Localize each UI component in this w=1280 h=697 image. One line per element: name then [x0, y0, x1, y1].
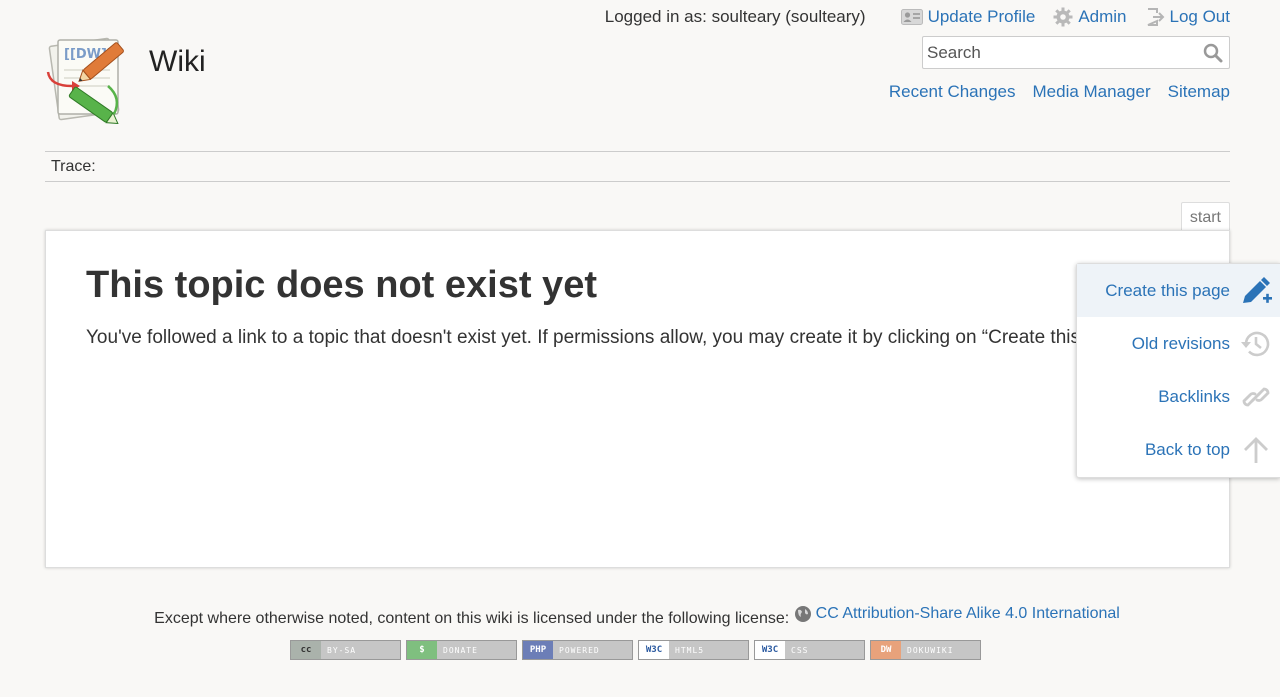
arrow-up-icon [1244, 436, 1268, 463]
page-content: This topic does not exist yet You've fol… [45, 230, 1230, 568]
logout-link[interactable]: Log Out [1145, 7, 1231, 27]
profile-card-icon [900, 9, 923, 25]
back-to-top-label: Back to top [1144, 439, 1230, 459]
admin-link[interactable]: Admin [1053, 7, 1127, 27]
page-message: You've followed a link to a topic that d… [86, 327, 1140, 348]
old-revisions-button[interactable]: Old revisions [1077, 317, 1280, 370]
search-form [922, 36, 1230, 69]
breadcrumb: Trace: [45, 151, 1230, 182]
cc-badge-lead: cc [291, 641, 321, 659]
user-tools: Logged in as: soulteary (soulteary) Upda… [605, 6, 1230, 28]
dokuwiki-logo-icon[interactable]: [[DW]] [42, 28, 138, 125]
back-to-top-button[interactable]: Back to top [1077, 423, 1280, 476]
license-link[interactable]: CC Attribution-Share Alike 4.0 Internati… [794, 605, 1120, 623]
site-title[interactable]: Wiki [149, 45, 206, 79]
update-profile-link[interactable]: Update Profile [900, 7, 1036, 27]
sitemap-link[interactable]: Sitemap [1168, 82, 1230, 102]
logged-in-user: Logged in as: soulteary (soulteary) [604, 7, 866, 26]
css-badge-text: CSS [791, 645, 809, 655]
search-icon [1203, 43, 1223, 62]
donate-badge[interactable]: $ DONATE [406, 640, 517, 660]
create-page-label: Create this page [1105, 280, 1230, 300]
backlinks-label: Backlinks [1158, 386, 1230, 406]
pencil-plus-icon [1243, 276, 1272, 303]
update-profile-label: Update Profile [927, 7, 1036, 26]
dokuwiki-badge[interactable]: DW DOKUWIKI [870, 640, 981, 660]
html5-badge-lead: W3C [639, 641, 669, 659]
html5-badge[interactable]: W3C HTML5 [638, 640, 749, 660]
backlinks-button[interactable]: Backlinks [1077, 370, 1280, 423]
donate-badge-text: DONATE [443, 645, 478, 655]
html5-badge-text: HTML5 [675, 645, 705, 655]
admin-label: Admin [1078, 7, 1127, 26]
css-badge[interactable]: W3C CSS [754, 640, 865, 660]
search-input[interactable] [923, 37, 1197, 68]
logout-icon [1147, 8, 1164, 26]
site-tools: Recent Changes Media Manager Sitemap [872, 82, 1230, 102]
footer-badges: cc BY-SA $ DONATE PHP POWERED W3C HTML5 … [290, 640, 986, 660]
dokuwiki-badge-lead: DW [871, 641, 901, 659]
link-icon [1242, 387, 1270, 406]
license-text: Except where otherwise noted, content on… [154, 610, 790, 627]
dokuwiki-badge-text: DOKUWIKI [907, 645, 954, 655]
media-manager-link[interactable]: Media Manager [1033, 82, 1151, 102]
history-icon [1241, 331, 1270, 356]
logout-label: Log Out [1169, 7, 1231, 26]
php-badge-text: POWERED [559, 645, 600, 655]
php-badge-lead: PHP [523, 641, 553, 659]
page-title: This topic does not exist yet [86, 264, 597, 306]
search-button[interactable] [1197, 37, 1229, 68]
gear-icon [1053, 7, 1073, 27]
license-link-label: CC Attribution-Share Alike 4.0 Internati… [815, 605, 1120, 622]
breadcrumb-label: Trace: [51, 158, 96, 175]
globe-icon [794, 606, 811, 622]
license-info: Except where otherwise noted, content on… [0, 605, 1274, 628]
cc-badge-text: BY-SA [327, 645, 357, 655]
page-tools: Create this page Old revisions Backlinks… [1076, 263, 1280, 478]
cc-license-badge[interactable]: cc BY-SA [290, 640, 401, 660]
donate-badge-lead: $ [407, 641, 437, 659]
php-badge[interactable]: PHP POWERED [522, 640, 633, 660]
old-revisions-label: Old revisions [1131, 333, 1230, 353]
recent-changes-link[interactable]: Recent Changes [889, 82, 1016, 102]
page-id-tab: start [1180, 202, 1230, 231]
css-badge-lead: W3C [755, 641, 785, 659]
create-page-button[interactable]: Create this page [1077, 264, 1280, 317]
header: [[DW]] Wiki Logged in as: soulteary (sou… [0, 0, 1280, 150]
